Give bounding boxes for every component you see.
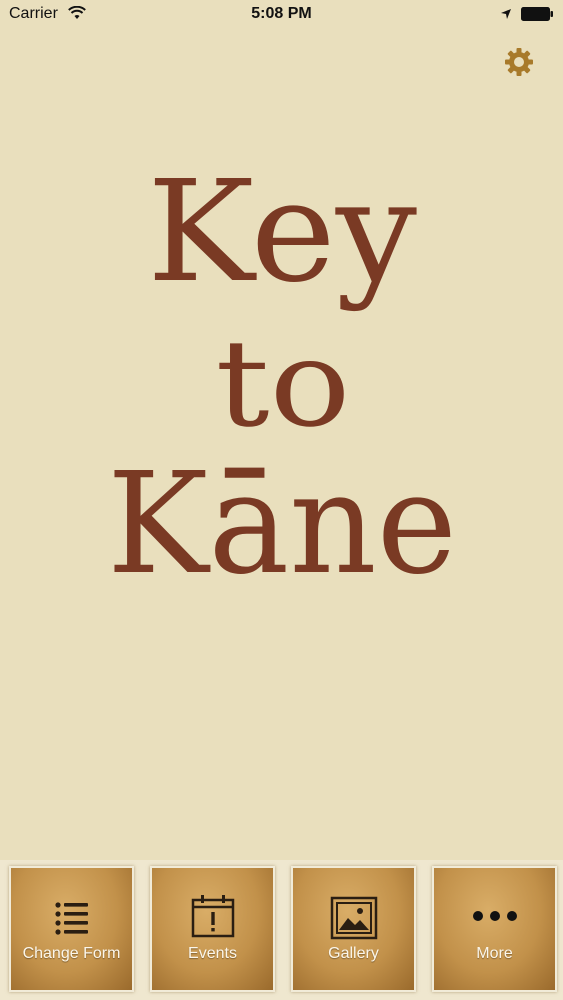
tab-more[interactable]: More [432, 866, 557, 992]
calendar-alert-icon [152, 895, 273, 940]
battery-icon [521, 7, 553, 21]
tab-more-label: More [476, 945, 513, 962]
settings-button[interactable] [503, 46, 535, 78]
tab-gallery-label: Gallery [328, 945, 379, 962]
list-icon [11, 896, 132, 940]
location-arrow-icon [500, 7, 512, 25]
status-time: 5:08 PM [251, 5, 312, 22]
image-icon [293, 896, 414, 940]
app-logo: Key to Kāne [107, 151, 457, 590]
gear-icon [505, 48, 533, 76]
more-dots-icon [434, 896, 555, 940]
tab-events-label: Events [188, 945, 237, 962]
logo-line-kane: Kāne [107, 443, 457, 590]
tab-events[interactable]: Events [150, 866, 275, 992]
tab-gallery[interactable]: Gallery [291, 866, 416, 992]
tab-change-form[interactable]: Change Form [9, 866, 134, 992]
status-bar: Carrier 5:08 PM [0, 0, 563, 30]
tab-change-form-label: Change Form [22, 945, 121, 962]
logo-line-key: Key [147, 151, 417, 314]
logo-line-to: to [216, 315, 351, 454]
